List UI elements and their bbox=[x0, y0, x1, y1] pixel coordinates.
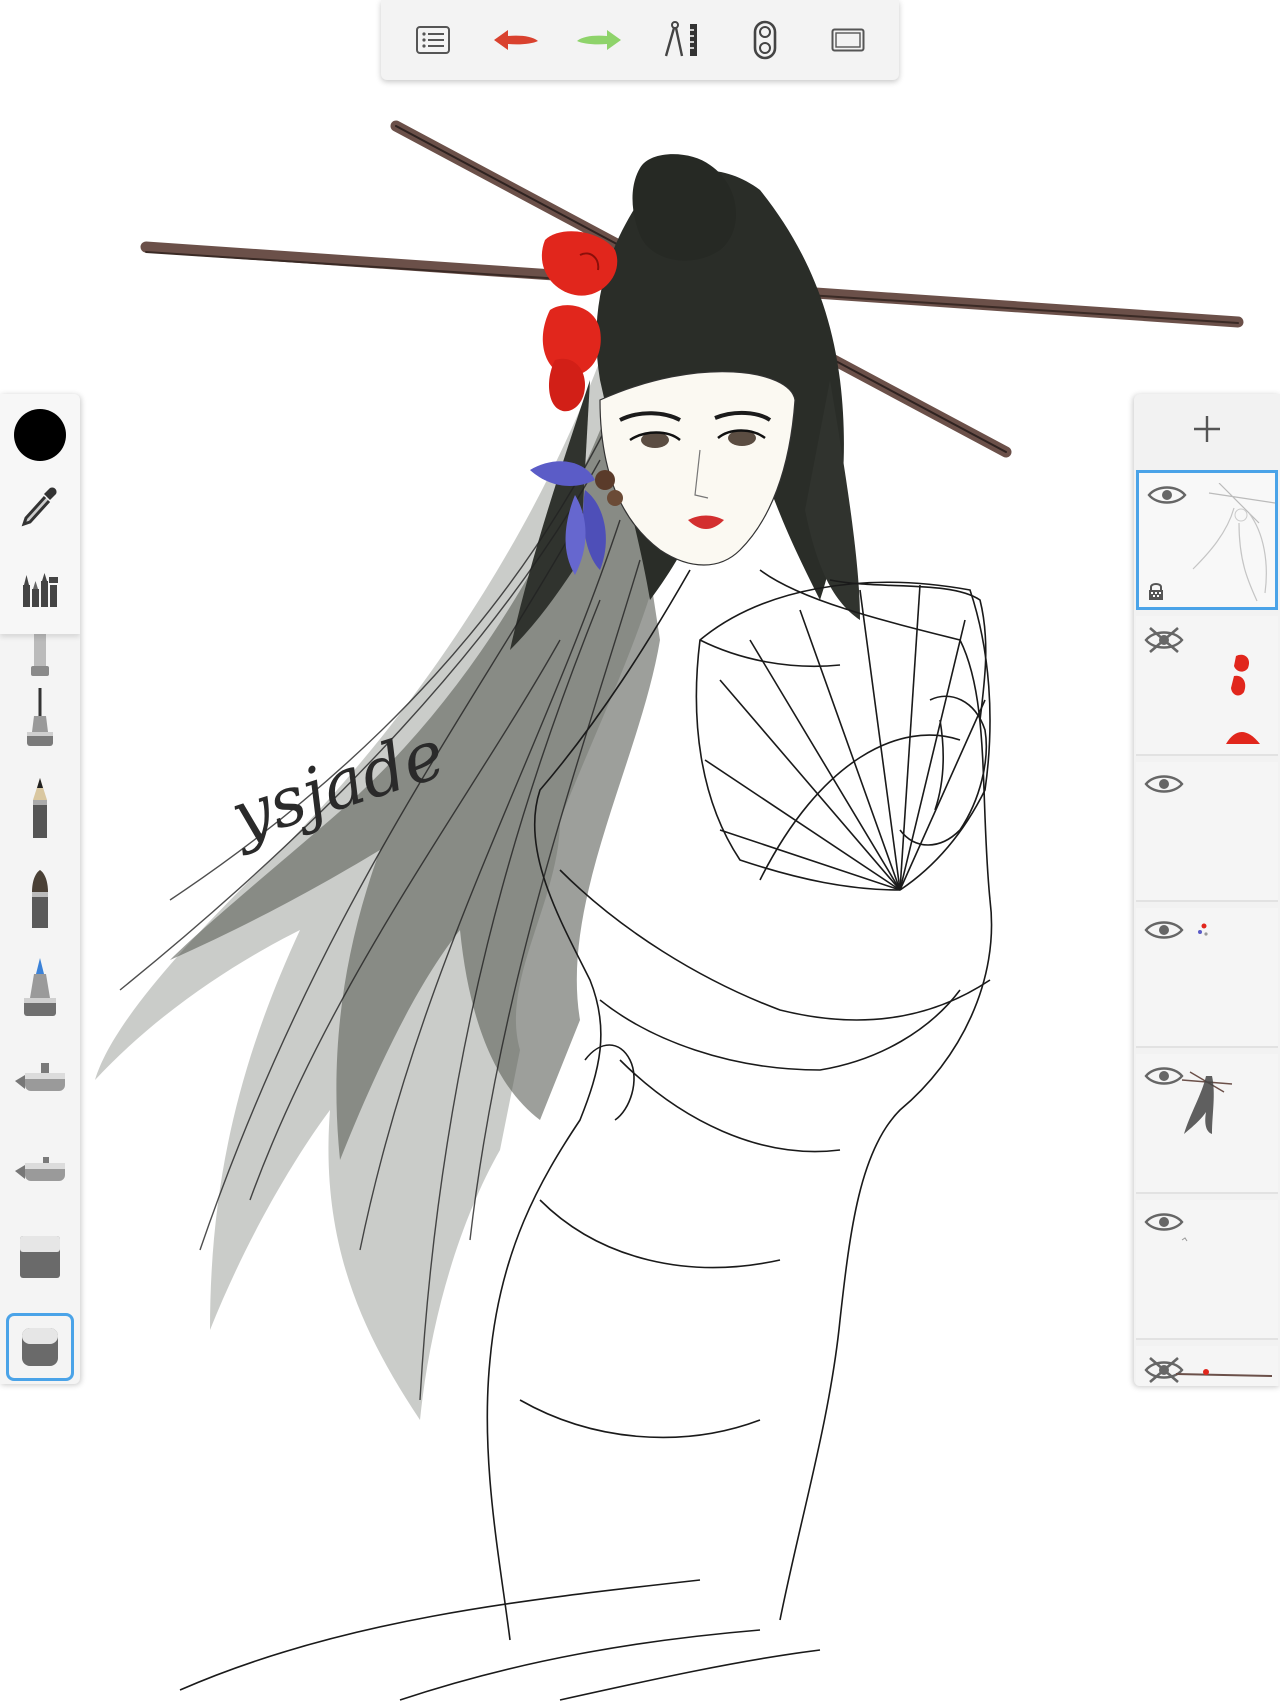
technical-pen-icon bbox=[27, 688, 53, 746]
rulers-button[interactable] bbox=[650, 8, 714, 72]
layer-thumbnail bbox=[1192, 483, 1275, 602]
layer-thumbnail bbox=[1176, 1369, 1272, 1377]
brush-hard-pencil[interactable] bbox=[0, 856, 80, 942]
airbrush-soft-icon bbox=[15, 1157, 65, 1181]
palette-header bbox=[0, 394, 80, 634]
top-toolbar bbox=[381, 0, 899, 80]
redo-arrow-icon bbox=[576, 30, 621, 50]
selected-brush-ring bbox=[6, 1313, 74, 1381]
layer-thumbnail bbox=[1181, 1237, 1188, 1242]
eyedropper-button[interactable] bbox=[0, 466, 80, 546]
brush-palette bbox=[0, 394, 80, 1384]
layer-sketch[interactable] bbox=[1136, 470, 1278, 610]
menu-list-button[interactable] bbox=[401, 8, 465, 72]
layer-thumbnail bbox=[1181, 1071, 1233, 1134]
layer-flower[interactable] bbox=[1136, 616, 1278, 756]
undo-button[interactable] bbox=[484, 8, 548, 72]
pencil-icon bbox=[33, 778, 47, 838]
frame-icon bbox=[831, 28, 864, 52]
brush-marker[interactable] bbox=[0, 946, 80, 1032]
layer-hairpin[interactable] bbox=[1136, 1346, 1278, 1386]
artwork: ysjade bbox=[95, 120, 1244, 1701]
compass-ruler-icon bbox=[664, 21, 697, 57]
current-color-swatch[interactable] bbox=[14, 409, 66, 461]
list-icon bbox=[415, 26, 450, 54]
eyedropper-icon bbox=[21, 487, 57, 527]
layer-small-marks[interactable] bbox=[1136, 908, 1278, 1048]
eraser-hard-icon bbox=[20, 1236, 60, 1278]
layers-panel bbox=[1134, 394, 1280, 1386]
layer-hair[interactable] bbox=[1136, 1054, 1278, 1194]
layer-thumbnail bbox=[1198, 923, 1208, 936]
layer-empty[interactable] bbox=[1136, 762, 1278, 902]
layer-tiny[interactable] bbox=[1136, 1200, 1278, 1340]
airbrush-icon bbox=[15, 1063, 65, 1091]
hard-pencil-icon bbox=[32, 870, 48, 928]
lock-icon[interactable] bbox=[1147, 581, 1165, 601]
brush-library-icon bbox=[23, 573, 58, 607]
brush-eraser-hard[interactable] bbox=[0, 1214, 80, 1300]
hand-fan bbox=[695, 581, 991, 891]
brush-pencil[interactable] bbox=[0, 766, 80, 852]
brush-technical-pen[interactable] bbox=[0, 676, 80, 762]
brush-eraser-soft[interactable] bbox=[0, 1304, 80, 1384]
marker-icon bbox=[24, 958, 56, 1016]
brush-airbrush-soft[interactable] bbox=[0, 1126, 80, 1212]
brush-puck-button[interactable] bbox=[733, 8, 797, 72]
fullscreen-button[interactable] bbox=[816, 8, 880, 72]
plus-icon bbox=[1194, 416, 1220, 442]
layer-thumbnail bbox=[1226, 654, 1260, 744]
brush-library-button[interactable] bbox=[0, 550, 80, 630]
brush-airbrush[interactable] bbox=[0, 1036, 80, 1122]
undo-arrow-icon bbox=[493, 30, 538, 50]
eye-visible-icon[interactable] bbox=[1144, 772, 1184, 796]
redo-button[interactable] bbox=[567, 8, 631, 72]
drawing-canvas[interactable]: ysjade bbox=[0, 0, 1280, 1707]
puck-icon bbox=[753, 20, 776, 60]
hand bbox=[584, 695, 988, 1121]
add-layer-button[interactable] bbox=[1134, 394, 1280, 464]
